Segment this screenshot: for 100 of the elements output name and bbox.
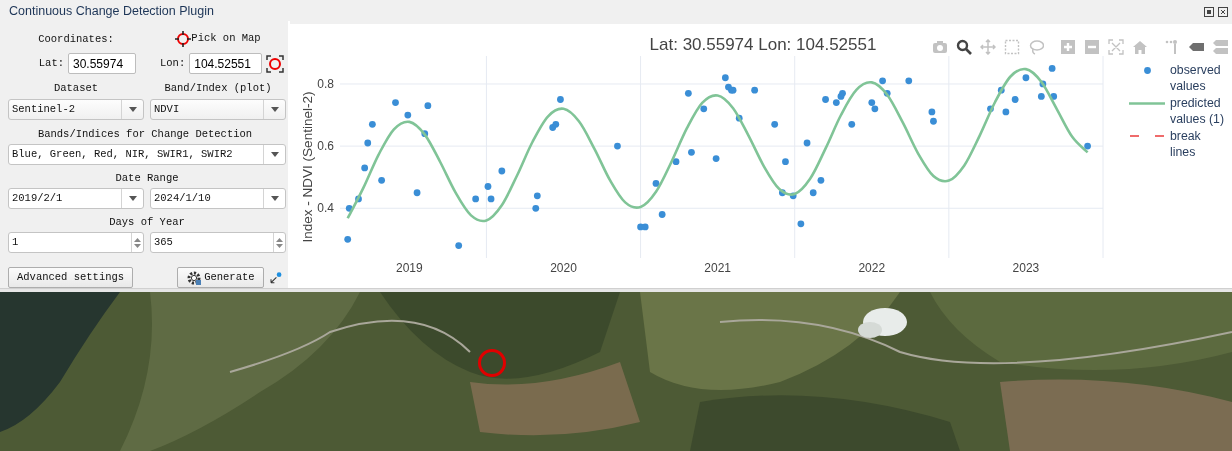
data-point [361, 164, 369, 172]
autoscale-icon[interactable] [1108, 39, 1124, 55]
data-point [822, 96, 829, 103]
data-point [879, 77, 886, 85]
data-point [658, 211, 666, 218]
data-point [345, 204, 353, 212]
data-point [905, 77, 913, 85]
axis-title: Index - NDVI (Sentinel-2) [300, 91, 315, 243]
field-label: Band/Index (plot) [163, 82, 273, 95]
zoom-icon[interactable] [956, 39, 972, 55]
tick-label: 0.4 [317, 201, 334, 216]
data-point [809, 189, 817, 197]
data-point [424, 102, 432, 110]
pan-icon[interactable] [980, 39, 996, 55]
data-point [364, 139, 372, 147]
double-tag-icon[interactable] [1212, 39, 1228, 55]
data-point [700, 105, 708, 113]
tick-label: 2020 [550, 261, 577, 275]
data-point [883, 89, 891, 97]
data-point [712, 155, 720, 162]
pick-on-map-button[interactable]: Pick on Map [175, 31, 261, 47]
field-label: Lon: [160, 55, 186, 71]
tick-label: 0.8 [317, 76, 334, 91]
data-point [1084, 142, 1091, 150]
data-point [498, 167, 506, 175]
camera-icon[interactable] [932, 39, 948, 55]
tick-label: 2023 [1012, 261, 1040, 275]
caret-icon [270, 152, 279, 157]
data-point [368, 120, 376, 128]
spike-lines-icon[interactable] [1164, 39, 1180, 55]
data-point [484, 183, 492, 190]
data-point [652, 180, 660, 187]
data-point [392, 99, 399, 106]
data-point [557, 96, 564, 103]
data-point [997, 86, 1005, 94]
field-label: Lat: [38, 55, 64, 71]
settings-button[interactable]: Advanced settings [8, 267, 134, 288]
legend-label[interactable]: predicted values (1) [1170, 95, 1228, 127]
data-point [472, 195, 480, 203]
data-point [987, 105, 994, 113]
data-point [1022, 74, 1030, 82]
end-day-spinbox[interactable]: 365 [150, 232, 286, 253]
data-point [789, 192, 797, 200]
field-label: Dataset [52, 82, 100, 95]
spin-up-icon[interactable] [134, 237, 141, 242]
field-label: Coordinates: [38, 32, 114, 45]
spin-down-icon[interactable] [134, 243, 141, 248]
home-icon[interactable] [1132, 39, 1148, 55]
data-point [848, 120, 856, 128]
bands-dropdown[interactable]: Blue, Green, Red, NIR, SWIR1, SWIR2 [8, 144, 286, 165]
window-title: Continuous Change Detection Plugin [9, 3, 214, 21]
data-point [533, 192, 541, 200]
chart-title: Lat: 30.55974 Lon: 104.52551 [649, 35, 877, 54]
lasso-icon[interactable] [1028, 39, 1044, 55]
data-point [779, 189, 786, 197]
field-label: Bands/Indices for Change Detection [36, 128, 254, 141]
data-point [1050, 93, 1058, 100]
legend-label[interactable]: break lines [1170, 128, 1228, 160]
caret-icon [128, 196, 137, 201]
tick-label: 2019 [396, 261, 423, 275]
data-point [684, 89, 692, 97]
caret-icon [270, 107, 279, 112]
float-icon[interactable] [1204, 6, 1214, 17]
zoom-out-icon[interactable] [1084, 39, 1100, 55]
data-point [455, 242, 463, 249]
data-point [797, 220, 805, 228]
lon-input[interactable]: 104.52551 [189, 53, 263, 74]
band-dropdown[interactable]: NDVI [150, 99, 286, 120]
lat-input[interactable]: 30.55974 [68, 53, 136, 74]
start-date-field[interactable]: 2019/2/1 [8, 188, 144, 209]
box-select-icon[interactable] [1004, 39, 1020, 55]
data-point [1011, 96, 1019, 103]
close-icon[interactable] [1218, 6, 1228, 17]
spin-down-icon[interactable] [276, 243, 283, 248]
caret-icon [128, 107, 137, 112]
start-day-spinbox[interactable]: 1 [8, 232, 144, 253]
data-point [771, 120, 779, 128]
crosshair-icon [175, 31, 192, 47]
data-point [532, 204, 540, 212]
data-point [421, 130, 429, 138]
zoom-in-icon[interactable] [1060, 39, 1076, 55]
data-point [1039, 80, 1047, 88]
data-point [672, 158, 680, 166]
data-point [344, 235, 352, 243]
dataset-dropdown[interactable]: Sentinel-2 [8, 99, 144, 120]
data-point [688, 148, 695, 156]
tick-label: 2021 [704, 261, 731, 275]
data-point [751, 86, 759, 94]
tick-label: 0.6 [317, 139, 334, 154]
data-point [404, 111, 412, 119]
data-point [487, 195, 495, 203]
gear-icon [186, 269, 203, 286]
generate-button[interactable]: Generate [177, 267, 264, 288]
data-point [1002, 108, 1010, 116]
target-icon[interactable] [266, 54, 285, 73]
data-point [413, 189, 421, 197]
data-point [817, 176, 825, 184]
end-date-field[interactable]: 2024/1/10 [150, 188, 286, 209]
data-point [614, 142, 621, 150]
spin-up-icon[interactable] [276, 237, 283, 242]
